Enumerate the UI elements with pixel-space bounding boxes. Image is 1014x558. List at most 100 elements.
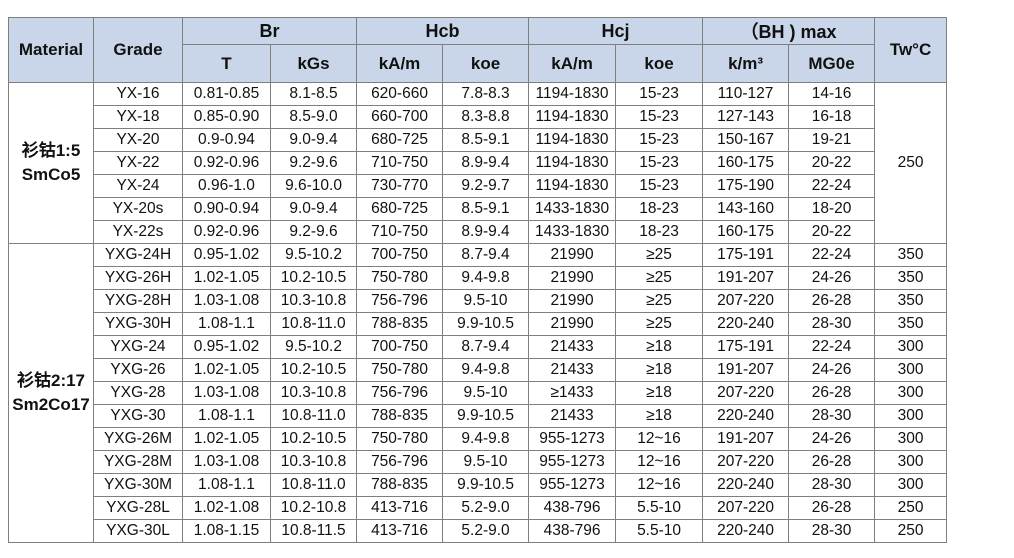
cell-grade: YXG-24 (93, 335, 183, 359)
table-row: YXG-30H 1.08-1.1 10.8-11.0 788-835 9.9-10.5 2… (9, 312, 948, 336)
cell-br-kgs: 10.8-11.0 (269, 404, 358, 428)
cell-bh-km3: 207-220 (702, 289, 790, 313)
cell-hcb-koe: 9.5-10 (442, 450, 530, 474)
cell-bh-mgoe: 26-28 (788, 289, 876, 313)
cell-hcj-koe: ≥18 (615, 404, 704, 428)
cell-hcj-kam: 955-1273 (528, 427, 617, 451)
cell-hcj-kam: 21433 (528, 335, 617, 359)
cell-br-kgs: 9.0-9.4 (269, 197, 358, 221)
cell-hcb-koe: 9.4-9.8 (442, 358, 530, 382)
cell-hcj-koe: 15-23 (615, 82, 704, 106)
cell-bh-km3: 207-220 (702, 450, 790, 474)
cell-hcj-koe: ≥25 (615, 312, 704, 336)
cell-br-kgs: 10.8-11.5 (269, 519, 358, 543)
cell-bh-km3: 220-240 (702, 473, 790, 497)
table-row: 衫钴2:17 Sm2Co17 YXG-24H 0.95-1.02 9.5-10.2 700… (8, 243, 948, 543)
cell-hcj-kam: 1194-1830 (528, 174, 617, 198)
cell-br-kgs: 9.5-10.2 (269, 335, 358, 359)
cell-hcj-koe: ≥18 (615, 335, 704, 359)
cell-hcb-kam: 750-780 (356, 427, 444, 451)
unit-header-hcj-koe: koe (615, 44, 704, 83)
cell-tw: 350 (874, 243, 948, 267)
cell-bh-mgoe: 22-24 (788, 335, 876, 359)
cell-grade: YX-22s (93, 220, 183, 244)
table-body: 衫钴1:5 SmCo5 YX-16 0.81-0.85 8.1-8.5 620-660 7.… (8, 82, 948, 543)
cell-grade: YXG-28M (93, 450, 183, 474)
table-row: YX-20s 0.90-0.94 9.0-9.4 680-725 8.5-9.1 1433… (9, 197, 947, 221)
cell-hcj-koe: 15-23 (615, 128, 704, 152)
cell-br-kgs: 10.2-10.5 (269, 266, 358, 290)
unit-header-br-t: T (182, 44, 271, 83)
cell-hcj-koe: 18-23 (615, 220, 704, 244)
cell-grade: YXG-26M (93, 427, 183, 451)
cell-br-t: 1.03-1.08 (182, 450, 271, 474)
cell-bh-mgoe: 28-30 (788, 404, 876, 428)
cell-bh-mgoe: 24-26 (788, 358, 876, 382)
cell-hcb-koe: 9.2-9.7 (442, 174, 530, 198)
unit-header-bh-mgoe: MG0e (788, 44, 876, 83)
cell-grade: YXG-28L (93, 496, 183, 520)
cell-hcj-koe: 15-23 (615, 151, 704, 175)
cell-br-kgs: 9.2-9.6 (269, 151, 358, 175)
cell-hcj-kam: ≥1433 (528, 381, 617, 405)
cell-tw: 300 (874, 358, 948, 382)
cell-br-kgs: 9.0-9.4 (269, 128, 358, 152)
cell-hcj-koe: 15-23 (615, 105, 704, 129)
material-cell: 衫钴1:5 SmCo5 (8, 82, 94, 244)
cell-bh-mgoe: 28-30 (788, 312, 876, 336)
cell-hcj-koe: 5.5-10 (615, 496, 704, 520)
cell-hcb-kam: 756-796 (356, 381, 444, 405)
unit-header-hcj-kam: kA/m (528, 44, 617, 83)
cell-grade: YXG-26 (93, 358, 183, 382)
table-row: YX-22 0.92-0.96 9.2-9.6 710-750 8.9-9.4 1194-… (9, 151, 947, 175)
cell-br-t: 0.81-0.85 (182, 82, 271, 106)
cell-hcb-koe: 9.4-9.8 (442, 427, 530, 451)
cell-br-t: 0.92-0.96 (182, 151, 271, 175)
cell-br-t: 1.03-1.08 (182, 381, 271, 405)
col-header-bhmax: （BH ) max (702, 17, 876, 45)
cell-grade: YXG-28 (93, 381, 183, 405)
cell-bh-km3: 175-191 (702, 243, 790, 267)
cell-grade: YX-18 (93, 105, 183, 129)
cell-hcb-kam: 788-835 (356, 312, 444, 336)
table-row: YXG-26 1.02-1.05 10.2-10.5 750-780 9.4-9.8 21… (9, 358, 948, 382)
cell-hcj-koe: ≥18 (615, 381, 704, 405)
cell-tw: 300 (874, 427, 948, 451)
cell-grade: YXG-30M (93, 473, 183, 497)
table-row: YXG-30M 1.08-1.1 10.8-11.0 788-835 9.9-10.5 9… (9, 473, 948, 497)
cell-bh-mgoe: 19-21 (788, 128, 876, 152)
cell-hcj-kam: 21990 (528, 266, 617, 290)
cell-hcb-koe: 9.9-10.5 (442, 404, 530, 428)
unit-header-br-kgs: kGs (269, 44, 358, 83)
cell-hcj-kam: 21990 (528, 243, 617, 267)
cell-tw: 300 (874, 404, 948, 428)
cell-tw: 350 (874, 289, 948, 313)
table-row: YXG-28 1.03-1.08 10.3-10.8 756-796 9.5-10 ≥14… (9, 381, 948, 405)
header-row-groups: Material Grade Br Hcb Hcj （BH ) max Tw°C (8, 17, 948, 83)
material-name-cn: 衫钴1:5 (21, 141, 81, 160)
cell-tw: 350 (874, 266, 948, 290)
cell-hcb-koe: 8.5-9.1 (442, 197, 530, 221)
cell-hcj-kam: 21433 (528, 358, 617, 382)
cell-bh-km3: 160-175 (702, 220, 790, 244)
cell-hcj-kam: 955-1273 (528, 473, 617, 497)
table-row: YXG-28L 1.02-1.08 10.2-10.8 413-716 5.2-9.0 4… (9, 496, 948, 520)
cell-br-kgs: 10.3-10.8 (269, 289, 358, 313)
cell-bh-km3: 220-240 (702, 519, 790, 543)
table-row: YXG-30L 1.08-1.15 10.8-11.5 413-716 5.2-9.0 4… (9, 519, 948, 543)
cell-tw: 300 (874, 450, 948, 474)
cell-bh-km3: 191-207 (702, 266, 790, 290)
cell-grade: YXG-30 (93, 404, 183, 428)
magnet-spec-table: Material Grade Br Hcb Hcj （BH ) max Tw°C… (8, 17, 948, 543)
cell-hcb-koe: 5.2-9.0 (442, 519, 530, 543)
table-row: YX-22s 0.92-0.96 9.2-9.6 710-750 8.9-9.4 1433… (9, 220, 947, 244)
cell-hcb-kam: 750-780 (356, 358, 444, 382)
cell-grade: YXG-26H (93, 266, 183, 290)
cell-br-kgs: 10.8-11.0 (269, 473, 358, 497)
cell-hcb-kam: 788-835 (356, 473, 444, 497)
cell-bh-mgoe: 20-22 (788, 220, 876, 244)
cell-bh-mgoe: 16-18 (788, 105, 876, 129)
cell-hcj-koe: 12~16 (615, 450, 704, 474)
cell-bh-mgoe: 24-26 (788, 427, 876, 451)
cell-bh-km3: 143-160 (702, 197, 790, 221)
